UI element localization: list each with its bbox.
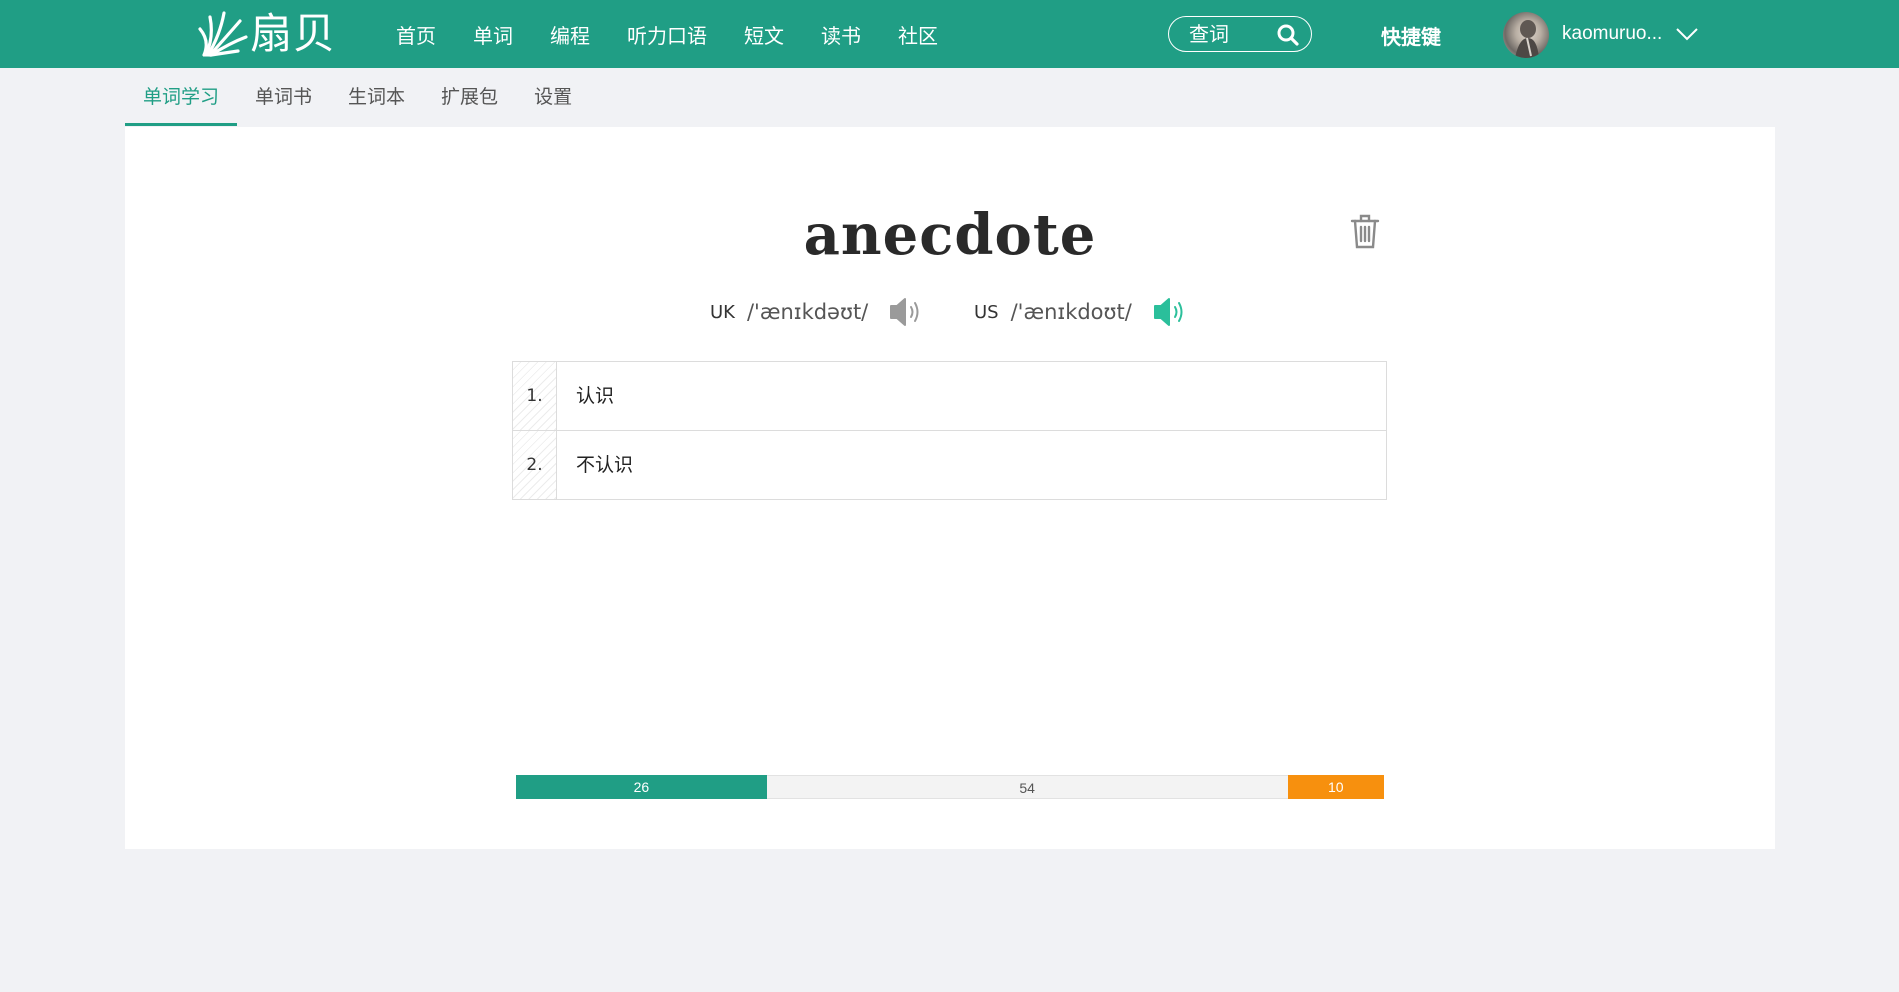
option-know[interactable]: 1. 认识 (513, 362, 1386, 431)
logo-text: 扇贝 (250, 9, 337, 58)
top-navbar: 扇贝 首页 单词 编程 听力口语 短文 读书 社区 快捷键 kaomuruo..… (0, 0, 1899, 68)
trash-icon[interactable] (1350, 213, 1380, 249)
progress-remaining-segment: 54 (766, 775, 1288, 799)
uk-phonetic: /'ænɪkdəʊt/ (746, 300, 869, 324)
username[interactable]: kaomuruo... (1562, 23, 1662, 45)
search-icon[interactable] (1277, 24, 1299, 46)
option-label: 不认识 (576, 454, 634, 476)
shell-fan-icon (198, 11, 248, 57)
main-nav: 首页 单词 编程 听力口语 短文 读书 社区 (396, 0, 975, 68)
sub-tabs: 单词学习 单词书 生词本 扩展包 设置 (125, 68, 590, 126)
nav-item-community[interactable]: 社区 (898, 20, 938, 49)
logo[interactable]: 扇贝 (198, 10, 336, 58)
progress-done-segment: 26 (516, 775, 767, 799)
uk-label: UK (710, 301, 735, 323)
option-label: 认识 (576, 385, 615, 407)
tab-word-study[interactable]: 单词学习 (125, 68, 238, 126)
study-card: anecdote UK /'ænɪkdəʊt/ US /'ænɪkdoʊt/ 1… (125, 127, 1775, 849)
option-dont-know[interactable]: 2. 不认识 (513, 431, 1386, 499)
nav-item-reading[interactable]: 读书 (821, 20, 861, 49)
nav-item-listening-speaking[interactable]: 听力口语 (627, 20, 707, 49)
tab-word-books[interactable]: 单词书 (237, 68, 330, 126)
chevron-down-icon[interactable] (1676, 27, 1698, 41)
option-number: 2. (513, 431, 557, 499)
avatar-image-icon (1515, 20, 1539, 58)
progress-bar: 26 54 10 (516, 775, 1384, 799)
nav-item-words[interactable]: 单词 (473, 20, 513, 49)
speaker-icon[interactable] (888, 296, 926, 328)
answer-options: 1. 认识 2. 不认识 (512, 361, 1387, 500)
nav-item-home[interactable]: 首页 (396, 20, 436, 49)
nav-item-programming[interactable]: 编程 (550, 20, 590, 49)
tab-settings[interactable]: 设置 (516, 68, 590, 126)
nav-item-short-articles[interactable]: 短文 (744, 20, 784, 49)
shortcut-keys-link[interactable]: 快捷键 (1381, 21, 1441, 50)
speaker-icon[interactable] (1152, 296, 1190, 328)
us-label: US (974, 301, 999, 323)
option-number: 1. (513, 362, 557, 430)
tab-vocabulary-notebook[interactable]: 生词本 (330, 68, 423, 126)
word-title: anecdote (803, 202, 1097, 268)
search-box (1168, 16, 1312, 52)
uk-pronunciation: UK /'ænɪkdəʊt/ (710, 295, 926, 329)
avatar[interactable] (1503, 12, 1549, 58)
us-pronunciation: US /'ænɪkdoʊt/ (974, 295, 1190, 329)
us-phonetic: /'ænɪkdoʊt/ (1010, 300, 1132, 324)
progress-review-segment: 10 (1287, 775, 1384, 799)
tab-expansion-packs[interactable]: 扩展包 (423, 68, 516, 126)
search-input[interactable] (1189, 22, 1289, 46)
